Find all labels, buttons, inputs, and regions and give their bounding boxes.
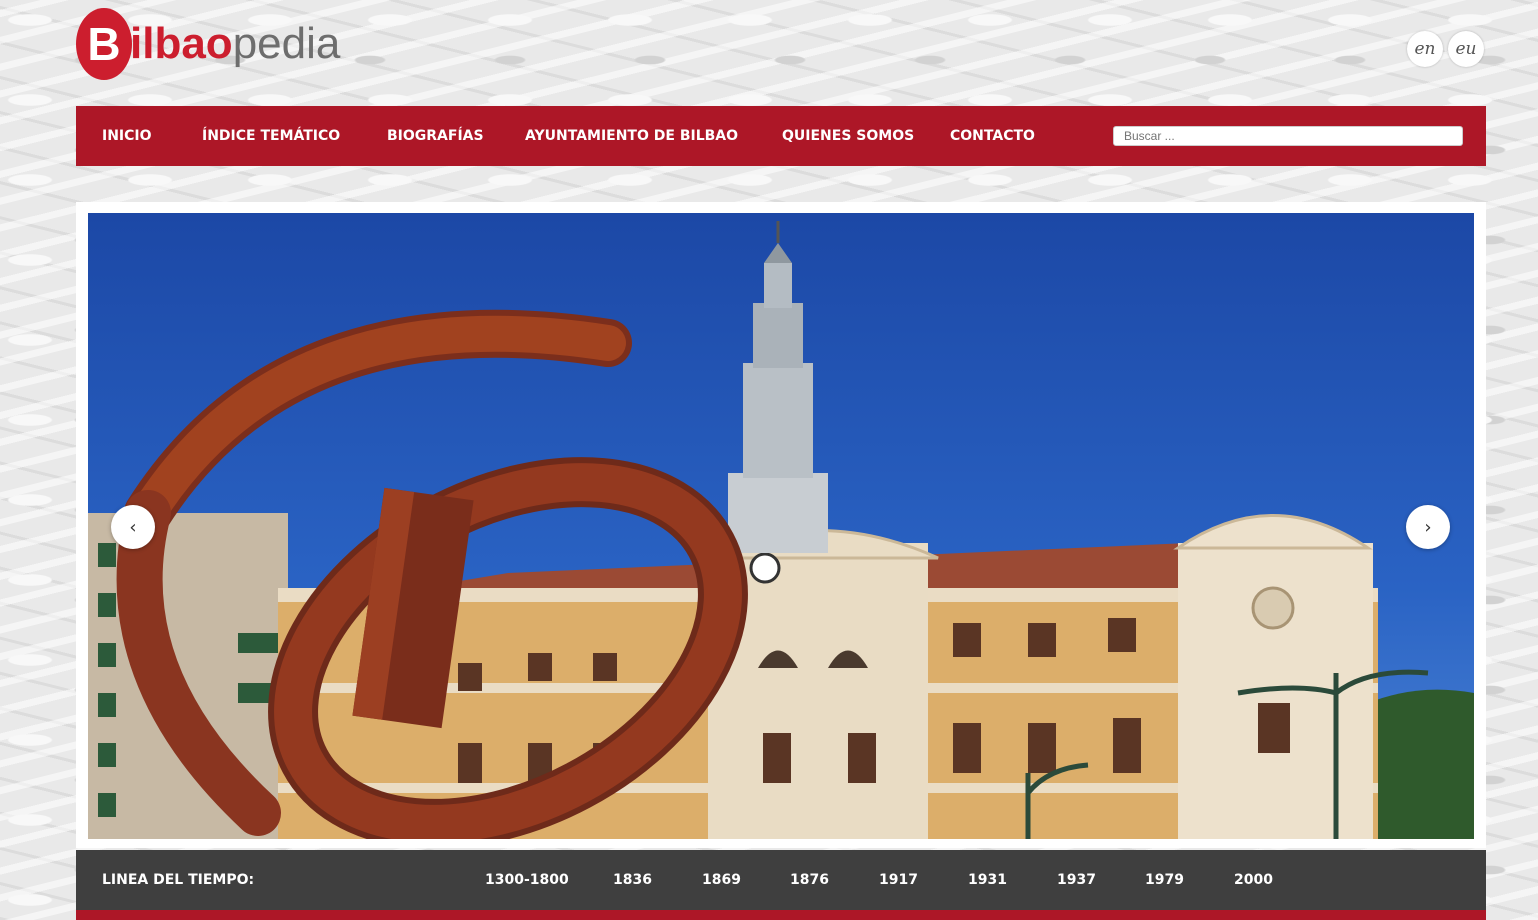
nav-item-quienes-somos[interactable]: QUIENES SOMOS <box>782 106 914 166</box>
timeline-item-1931[interactable]: 1931 <box>968 850 1007 910</box>
timeline-item-1869[interactable]: 1869 <box>702 850 741 910</box>
slide-image <box>88 213 1474 839</box>
search-input[interactable] <box>1113 126 1463 146</box>
chevron-right-icon: › <box>1424 516 1432 538</box>
timeline-item-1937[interactable]: 1937 <box>1057 850 1096 910</box>
nav-item-indice-tematico[interactable]: ÍNDICE TEMÁTICO <box>202 106 340 166</box>
nav-item-contacto[interactable]: CONTACTO <box>950 106 1035 166</box>
slider-next-button[interactable]: › <box>1406 505 1450 549</box>
language-eu-button[interactable]: eu <box>1448 31 1484 67</box>
hero-slider <box>76 202 1486 848</box>
timeline-item-1979[interactable]: 1979 <box>1145 850 1184 910</box>
nav-item-ayuntamiento[interactable]: AYUNTAMIENTO DE BILBAO <box>525 106 738 166</box>
nav-item-biografias[interactable]: BIOGRAFÍAS <box>387 106 484 166</box>
logo-wordmark: ilbaopedia <box>130 8 340 80</box>
timeline-bottom-stripe <box>76 910 1486 920</box>
main-navigation: INICIO ÍNDICE TEMÁTICO BIOGRAFÍAS AYUNTA… <box>76 106 1486 166</box>
timeline-item-1917[interactable]: 1917 <box>879 850 918 910</box>
city-hall-illustration <box>88 221 1474 839</box>
site-logo[interactable]: B ilbaopedia <box>76 8 340 80</box>
language-en-button[interactable]: en <box>1407 31 1443 67</box>
logo-text-red: ilbao <box>130 19 233 68</box>
timeline-item-1300-1800[interactable]: 1300-1800 <box>485 850 569 910</box>
nav-item-inicio[interactable]: INICIO <box>102 106 152 166</box>
slider-prev-button[interactable]: ‹ <box>111 505 155 549</box>
logo-b-mark: B <box>76 8 132 80</box>
timeline-bar: LINEA DEL TIEMPO: 1300-1800 1836 1869 18… <box>76 850 1486 910</box>
timeline-label: LINEA DEL TIEMPO: <box>102 872 255 888</box>
logo-text-gray: pedia <box>232 19 341 68</box>
chevron-left-icon: ‹ <box>129 516 137 538</box>
timeline-item-2000[interactable]: 2000 <box>1234 850 1273 910</box>
timeline-item-1836[interactable]: 1836 <box>613 850 652 910</box>
timeline-item-1876[interactable]: 1876 <box>790 850 829 910</box>
